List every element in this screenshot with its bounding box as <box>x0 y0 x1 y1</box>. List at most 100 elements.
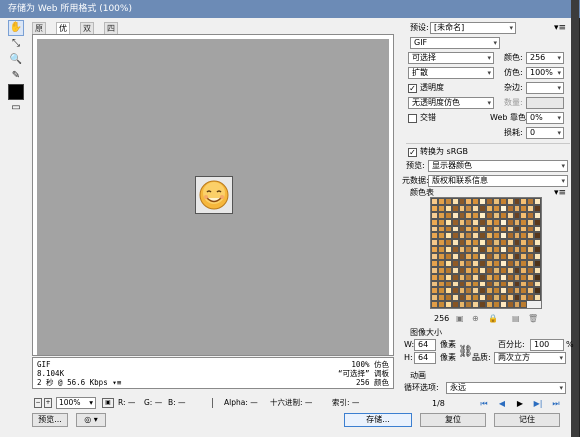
color-swatch[interactable] <box>451 225 459 233</box>
reduction-select[interactable]: 可选择 ▾ <box>408 52 494 64</box>
color-swatch[interactable] <box>492 259 500 267</box>
color-swatch[interactable] <box>458 246 466 253</box>
slice-select-icon[interactable]: ⤡ <box>8 36 24 52</box>
color-swatch[interactable] <box>437 204 445 212</box>
color-swatch[interactable] <box>527 204 535 212</box>
color-swatch[interactable] <box>492 246 500 253</box>
color-swatch[interactable] <box>492 301 500 308</box>
color-swatch[interactable] <box>499 280 507 288</box>
color-swatch[interactable] <box>458 204 466 212</box>
color-swatch[interactable] <box>465 246 473 253</box>
color-swatch[interactable] <box>513 259 521 267</box>
color-swatch[interactable] <box>451 246 459 253</box>
color-swatch[interactable] <box>431 253 438 260</box>
color-swatch[interactable] <box>506 204 514 212</box>
color-swatch[interactable] <box>520 239 528 247</box>
color-swatch[interactable] <box>506 211 514 219</box>
color-swatch[interactable] <box>472 239 480 247</box>
preview-button[interactable]: 预览... <box>32 413 68 427</box>
color-swatch[interactable] <box>527 211 535 219</box>
color-swatch[interactable] <box>506 273 514 281</box>
color-swatch[interactable] <box>486 259 493 267</box>
color-swatch[interactable] <box>472 287 480 295</box>
metadata-select[interactable]: 版权和联系信息 ▾ <box>428 175 568 187</box>
color-swatch[interactable] <box>444 239 452 247</box>
color-swatch[interactable] <box>499 211 507 219</box>
color-swatch[interactable] <box>458 225 466 233</box>
color-swatch[interactable] <box>437 266 445 274</box>
color-swatch[interactable] <box>499 301 507 308</box>
color-swatch[interactable] <box>506 225 514 233</box>
next-frame-icon[interactable]: ▶| <box>530 398 546 410</box>
color-swatch[interactable] <box>527 218 535 226</box>
color-swatch[interactable] <box>527 259 535 267</box>
color-swatch[interactable] <box>458 301 466 308</box>
color-swatch[interactable] <box>506 301 514 308</box>
color-swatch[interactable] <box>513 225 521 233</box>
color-swatch[interactable] <box>444 218 452 226</box>
color-swatch[interactable] <box>527 280 535 288</box>
color-swatch[interactable] <box>465 287 473 295</box>
color-swatch[interactable] <box>444 273 452 281</box>
color-swatch[interactable] <box>520 259 528 267</box>
color-swatch[interactable] <box>486 211 493 219</box>
color-swatch[interactable] <box>506 246 514 253</box>
color-swatch[interactable] <box>444 204 452 212</box>
color-swatch[interactable] <box>431 266 438 274</box>
color-swatch[interactable] <box>534 246 541 253</box>
color-swatch[interactable] <box>527 294 535 302</box>
zoom-out-icon[interactable]: − <box>34 398 42 408</box>
color-swatch[interactable] <box>520 232 528 240</box>
last-frame-icon[interactable]: ⏭ <box>548 398 564 410</box>
color-swatch[interactable] <box>479 198 486 205</box>
color-swatch[interactable] <box>499 287 507 295</box>
color-swatch[interactable] <box>520 287 528 295</box>
color-swatch[interactable] <box>444 259 452 267</box>
zoom-level-select[interactable]: 100% ▾ <box>56 397 96 409</box>
color-swatch[interactable] <box>431 232 438 240</box>
color-swatch[interactable] <box>479 287 486 295</box>
color-swatch[interactable] <box>465 294 473 302</box>
color-swatch[interactable] <box>513 204 521 212</box>
color-swatch[interactable] <box>437 280 445 288</box>
color-swatch[interactable] <box>444 301 452 308</box>
color-swatch[interactable] <box>534 239 541 247</box>
color-swatch[interactable] <box>486 218 493 226</box>
color-swatch-icon[interactable] <box>8 84 24 100</box>
color-swatch[interactable] <box>465 273 473 281</box>
color-swatch[interactable] <box>437 225 445 233</box>
color-swatch[interactable] <box>520 218 528 226</box>
constrain-link-icon[interactable]: ⛓ <box>458 339 473 363</box>
color-swatch[interactable] <box>492 273 500 281</box>
color-swatch[interactable] <box>437 239 445 247</box>
color-swatch[interactable] <box>451 218 459 226</box>
height-input[interactable]: 64 <box>414 352 436 364</box>
color-swatch[interactable] <box>437 218 445 226</box>
color-swatch[interactable] <box>479 273 486 281</box>
color-swatch[interactable] <box>499 232 507 240</box>
color-swatch[interactable] <box>506 294 514 302</box>
color-swatch[interactable] <box>431 239 438 247</box>
color-swatch[interactable] <box>506 232 514 240</box>
color-swatch[interactable] <box>472 198 480 205</box>
first-frame-icon[interactable]: ⏮ <box>476 398 492 410</box>
transparency-checkbox[interactable]: ✓ <box>408 84 417 93</box>
color-swatch[interactable] <box>479 259 486 267</box>
color-swatch[interactable] <box>513 301 521 308</box>
color-swatch[interactable] <box>458 273 466 281</box>
tab-original[interactable]: 原稿 <box>32 22 46 45</box>
color-swatch[interactable] <box>451 266 459 274</box>
color-swatch[interactable] <box>520 301 528 308</box>
color-swatch[interactable] <box>437 253 445 260</box>
color-swatch[interactable] <box>431 198 438 205</box>
color-swatch[interactable] <box>534 218 541 226</box>
color-swatch[interactable] <box>479 211 486 219</box>
color-swatch[interactable] <box>499 259 507 267</box>
quality-select[interactable]: 两次立方 ▾ <box>494 352 566 364</box>
percent-input[interactable]: 100 <box>530 339 564 351</box>
color-swatch[interactable] <box>492 218 500 226</box>
color-swatch[interactable] <box>472 294 480 302</box>
color-swatch[interactable] <box>479 204 486 212</box>
color-swatch[interactable] <box>479 301 486 308</box>
color-swatch[interactable] <box>492 239 500 247</box>
